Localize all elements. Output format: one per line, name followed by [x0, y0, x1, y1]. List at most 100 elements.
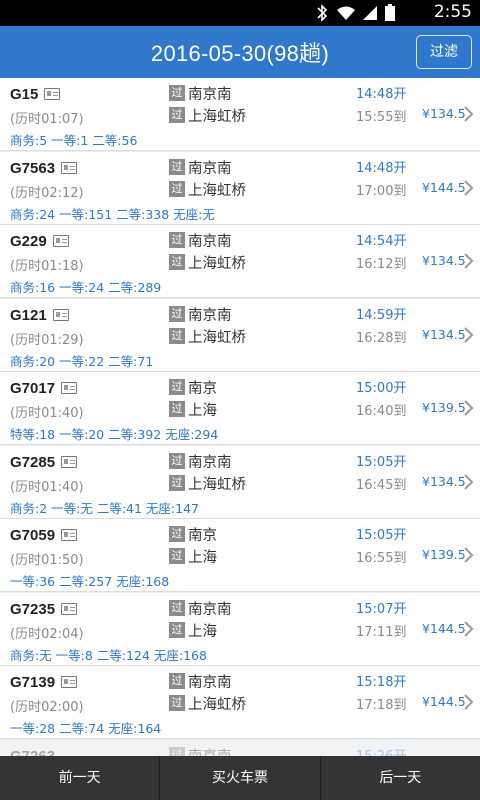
- to-station: 上海虹桥: [188, 329, 246, 346]
- chevron-right-icon: [464, 179, 474, 196]
- seat-availability: 一等:36 二等:257 无座:168: [10, 574, 170, 589]
- id-card-icon: [61, 676, 77, 688]
- bottom-bar: 前一天 买火车票 后一天: [0, 756, 480, 800]
- battery-icon: [385, 4, 395, 21]
- train-number: G7263: [10, 747, 56, 757]
- arrival-time: 16:12到: [356, 257, 407, 272]
- status-time: 2:55: [433, 2, 472, 22]
- from-station: 南京南: [188, 601, 232, 618]
- train-row[interactable]: G7563 (历时02:12) 商务:24 一等:151 二等:338 无座:无…: [0, 151, 480, 225]
- pass-through-icon: 过: [169, 548, 185, 564]
- from-station: 南京: [188, 528, 217, 544]
- departure-time: 14:54开: [356, 234, 407, 249]
- chevron-right-icon: [464, 326, 474, 343]
- to-station: 上海虹桥: [188, 697, 246, 713]
- train-number: G229: [10, 233, 47, 250]
- train-row[interactable]: G15 (历时01:07) 商务:5 一等:1 二等:56 过 南京南 过 上海…: [0, 78, 480, 151]
- chevron-right-icon: [464, 620, 474, 637]
- arrival-time: 17:00到: [356, 183, 407, 199]
- pass-through-icon: 过: [169, 695, 185, 711]
- ticket-price: ¥144.5: [422, 179, 466, 195]
- chevron-right-icon: [464, 253, 474, 269]
- ticket-price: ¥144.5: [422, 694, 466, 709]
- train-row[interactable]: G7059 (历时01:50) 一等:36 二等:257 无座:168 过 南京…: [0, 519, 480, 592]
- pass-through-icon: 过: [169, 85, 185, 101]
- train-row[interactable]: G7139 (历时02:00) 一等:28 二等:74 无座:164 过 南京南…: [0, 666, 480, 739]
- train-number: G7017: [10, 380, 56, 397]
- pass-through-icon: 过: [169, 327, 185, 344]
- from-station: 南京南: [188, 160, 232, 177]
- to-station: 上海虹桥: [188, 476, 246, 493]
- pass-through-icon: 过: [169, 452, 185, 469]
- id-card-icon: [53, 308, 69, 321]
- buy-ticket-button[interactable]: 买火车票: [160, 756, 321, 800]
- to-station: 上海虹桥: [188, 182, 246, 199]
- arrival-time: 15:55到: [356, 110, 407, 125]
- from-station: 南京南: [188, 675, 232, 691]
- chevron-right-icon: [464, 473, 474, 490]
- train-row[interactable]: G7285 (历时01:40) 商务:2 一等:无 二等:41 无座:147 过…: [0, 445, 480, 519]
- departure-time: 14:48开: [356, 160, 407, 176]
- from-station: 南京: [188, 381, 217, 397]
- pass-through-icon: 过: [169, 526, 185, 542]
- id-card-icon: [53, 235, 69, 247]
- train-row[interactable]: G7235 (历时02:04) 商务:无 一等:8 二等:124 无座:168 …: [0, 592, 480, 666]
- train-duration: (历时01:50): [10, 553, 84, 568]
- to-station: 上海虹桥: [188, 109, 246, 125]
- train-number: G7285: [10, 453, 56, 471]
- pass-through-icon: 过: [169, 158, 185, 175]
- from-station: 南京南: [188, 87, 232, 103]
- pass-through-icon: 过: [169, 673, 185, 689]
- ticket-price: ¥134.5: [422, 253, 466, 268]
- train-list[interactable]: G15 (历时01:07) 商务:5 一等:1 二等:56 过 南京南 过 上海…: [0, 78, 480, 756]
- prev-day-button[interactable]: 前一天: [0, 756, 161, 800]
- chevron-right-icon: [464, 400, 474, 416]
- train-duration: (历时01:18): [10, 259, 84, 274]
- signal-icon: [363, 6, 377, 20]
- ticket-price: ¥139.5: [422, 400, 466, 415]
- departure-time: 14:48开: [356, 87, 407, 102]
- arrival-time: 16:55到: [356, 551, 407, 566]
- pass-through-icon: 过: [169, 599, 185, 616]
- from-station: 南京南: [188, 454, 232, 471]
- train-number: G15: [10, 86, 39, 103]
- arrival-time: 16:28到: [356, 330, 407, 346]
- train-row[interactable]: G229 (历时01:18) 商务:16 一等:24 二等:289 过 南京南 …: [0, 225, 480, 298]
- next-day-button[interactable]: 后一天: [321, 756, 480, 800]
- arrival-time: 16:40到: [356, 404, 407, 419]
- train-row-partial[interactable]: G7263 过南京南 15:26开: [0, 739, 480, 757]
- to-station: 上海: [188, 550, 217, 566]
- train-number: G121: [10, 306, 47, 324]
- seat-availability: 特等:18 一等:20 二等:392 无座:294: [10, 427, 219, 442]
- train-row[interactable]: G7017 (历时01:40) 特等:18 一等:20 二等:392 无座:29…: [0, 372, 480, 445]
- pass-through-icon: 过: [169, 621, 185, 638]
- arrival-time: 17:18到: [356, 698, 407, 713]
- pass-through-icon: 过: [169, 180, 185, 197]
- to-station: 上海虹桥: [188, 256, 246, 272]
- id-card-icon: [61, 161, 77, 174]
- from-station: 南京南: [188, 234, 232, 250]
- train-row[interactable]: G121 (历时01:29) 商务:20 一等:22 二等:71 过 南京南 过…: [0, 298, 480, 372]
- departure-time: 15:26开: [356, 748, 407, 757]
- train-duration: (历时01:29): [10, 332, 84, 348]
- ticket-price: ¥134.5: [422, 473, 466, 489]
- bluetooth-icon: [317, 4, 328, 22]
- chevron-right-icon: [464, 547, 474, 563]
- departure-time: 15:18开: [356, 675, 407, 690]
- seat-availability: 商务:2 一等:无 二等:41 无座:147: [10, 500, 199, 516]
- departure-time: 15:00开: [356, 381, 407, 396]
- status-bar: 2:55: [0, 0, 480, 26]
- status-icons: [314, 4, 396, 22]
- pass-through-icon: 过: [169, 254, 185, 270]
- filter-button[interactable]: 过滤: [416, 35, 472, 69]
- train-number: G7139: [10, 674, 56, 691]
- pass-through-icon: 过: [169, 746, 185, 756]
- train-number: G7059: [10, 527, 56, 544]
- seat-availability: 一等:28 二等:74 无座:164: [10, 721, 162, 736]
- pass-through-icon: 过: [169, 232, 185, 248]
- id-card-icon: [61, 529, 77, 541]
- id-card-icon: [61, 602, 77, 615]
- departure-time: 15:07开: [356, 601, 407, 617]
- seat-availability: 商务:24 一等:151 二等:338 无座:无: [10, 206, 215, 222]
- from-station: 南京南: [188, 307, 232, 324]
